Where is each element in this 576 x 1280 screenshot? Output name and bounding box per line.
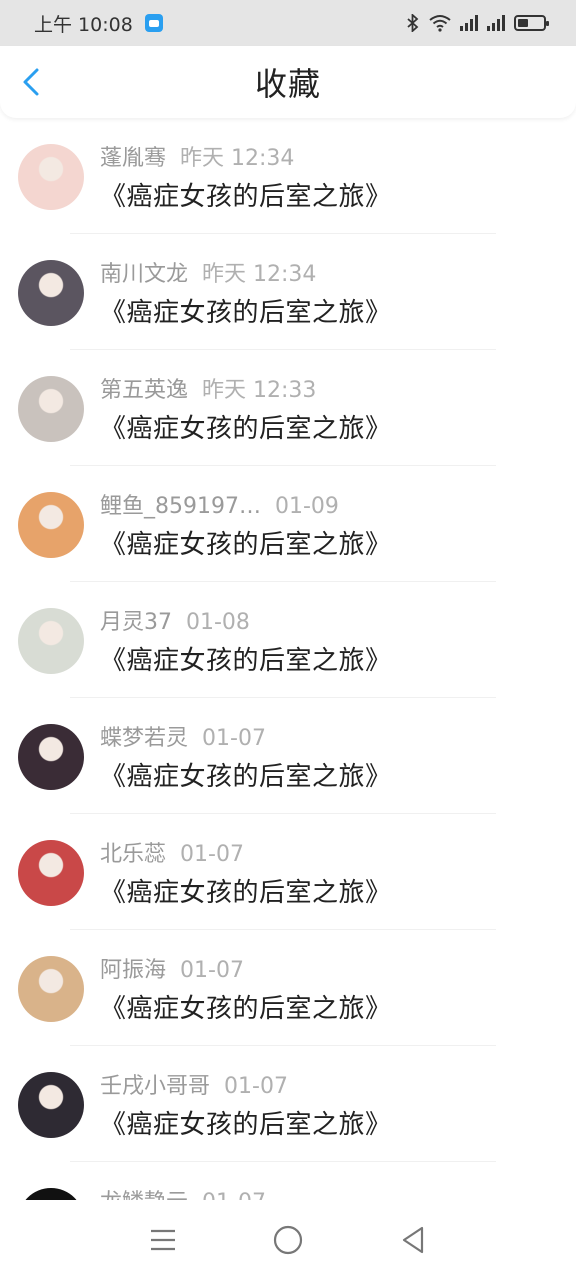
timestamp: 01-08 [186, 610, 250, 635]
status-time: 上午 10:08 [34, 13, 133, 36]
avatar[interactable] [18, 376, 84, 442]
list-item[interactable]: 蓬胤骞 昨天 12:34 《癌症女孩的后室之旅》 [0, 118, 576, 234]
avatar[interactable] [18, 492, 84, 558]
timestamp: 昨天 12:34 [202, 262, 317, 287]
user-name[interactable]: 月灵37 [100, 610, 172, 635]
back-button[interactable] [393, 1220, 433, 1260]
timestamp: 昨天 12:34 [180, 146, 295, 171]
avatar[interactable] [18, 724, 84, 790]
user-name[interactable]: 蓬胤骞 [100, 146, 166, 171]
user-name[interactable]: 蝶梦若灵 [100, 726, 188, 751]
list-item[interactable]: 蝶梦若灵 01-07 《癌症女孩的后室之旅》 [0, 698, 576, 814]
timestamp: 01-07 [202, 726, 266, 751]
work-title[interactable]: 《癌症女孩的后室之旅》 [100, 640, 392, 677]
timestamp: 01-07 [224, 1074, 288, 1099]
list-item[interactable]: 鲤鱼_859197… 01-09 《癌症女孩的后室之旅》 [0, 466, 576, 582]
signal-icon-1 [460, 15, 478, 31]
work-title[interactable]: 《癌症女孩的后室之旅》 [100, 872, 392, 909]
wifi-icon [429, 15, 451, 32]
back-triangle-icon [403, 1226, 424, 1254]
system-nav-bar [0, 1200, 576, 1280]
timestamp: 01-07 [180, 842, 244, 867]
home-button[interactable] [268, 1220, 308, 1260]
bluetooth-icon [407, 14, 419, 32]
list-item[interactable]: 南川文龙 昨天 12:34 《癌症女孩的后室之旅》 [0, 234, 576, 350]
user-name[interactable]: 阿振海 [100, 958, 166, 983]
timestamp: 01-07 [202, 1190, 266, 1200]
user-name[interactable]: 南川文龙 [100, 262, 188, 287]
work-title[interactable]: 《癌症女孩的后室之旅》 [100, 408, 392, 445]
list-item-partial[interactable]: 龙鳞静云 01-07 [0, 1162, 576, 1200]
avatar[interactable] [18, 1072, 84, 1138]
avatar[interactable] [18, 144, 84, 210]
avatar[interactable] [18, 260, 84, 326]
work-title[interactable]: 《癌症女孩的后室之旅》 [100, 1104, 392, 1141]
status-bar: 上午 10:08 [0, 0, 576, 46]
home-circle-icon [273, 1225, 303, 1255]
signal-icon-2 [487, 15, 505, 31]
user-name[interactable]: 壬戌小哥哥 [100, 1074, 210, 1099]
header: 收藏 [0, 46, 576, 118]
avatar[interactable] [18, 956, 84, 1022]
status-icons [406, 14, 549, 32]
battery-icon [514, 15, 549, 31]
notification-app-icon [144, 14, 163, 32]
menu-icon [150, 1229, 175, 1251]
work-title[interactable]: 《癌症女孩的后室之旅》 [100, 756, 392, 793]
work-title[interactable]: 《癌症女孩的后室之旅》 [100, 292, 392, 329]
page-title: 收藏 [254, 65, 321, 103]
work-title[interactable]: 《癌症女孩的后室之旅》 [100, 988, 392, 1025]
user-name[interactable]: 第五英逸 [100, 378, 188, 403]
menu-button[interactable] [143, 1220, 183, 1260]
back-arrow-icon[interactable] [18, 66, 46, 98]
user-name[interactable]: 鲤鱼_859197… [100, 494, 261, 519]
user-name[interactable]: 龙鳞静云 [100, 1190, 188, 1200]
list-item[interactable]: 北乐蕊 01-07 《癌症女孩的后室之旅》 [0, 814, 576, 930]
timestamp: 昨天 12:33 [202, 378, 317, 403]
work-title[interactable]: 《癌症女孩的后室之旅》 [100, 524, 392, 561]
timestamp: 01-07 [180, 958, 244, 983]
avatar[interactable] [18, 1188, 84, 1200]
avatar[interactable] [18, 840, 84, 906]
user-name[interactable]: 北乐蕊 [100, 842, 166, 867]
list-item[interactable]: 壬戌小哥哥 01-07 《癌症女孩的后室之旅》 [0, 1046, 576, 1162]
avatar[interactable] [18, 608, 84, 674]
timestamp: 01-09 [274, 494, 339, 519]
list-item[interactable]: 第五英逸 昨天 12:33 《癌症女孩的后室之旅》 [0, 350, 576, 466]
list-item[interactable]: 月灵37 01-08 《癌症女孩的后室之旅》 [0, 582, 576, 698]
favorites-list[interactable]: 蓬胤骞 昨天 12:34 《癌症女孩的后室之旅》 南川文龙 昨天 12:34 《癌症… [0, 118, 576, 1200]
list-item[interactable]: 阿振海 01-07 《癌症女孩的后室之旅》 [0, 930, 576, 1046]
work-title[interactable]: 《癌症女孩的后室之旅》 [100, 176, 392, 213]
